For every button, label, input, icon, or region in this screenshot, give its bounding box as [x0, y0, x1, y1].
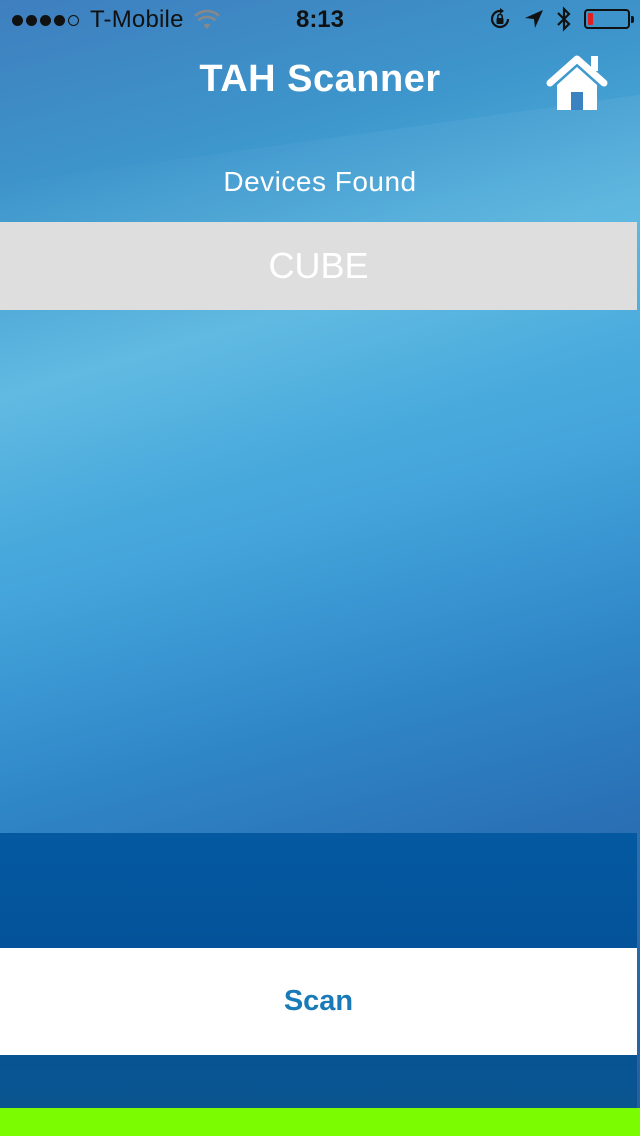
device-list: CUBE — [0, 222, 637, 310]
devices-found-label: Devices Found — [223, 166, 417, 197]
bottom-accent-bar — [0, 1108, 640, 1136]
scan-button-label: Scan — [283, 985, 354, 1017]
status-right — [476, 6, 634, 32]
battery-icon — [584, 9, 634, 29]
device-row-cube[interactable]: CUBE — [0, 222, 637, 310]
device-name: CUBE — [268, 245, 369, 286]
bluetooth-icon — [557, 6, 571, 32]
status-bar: T-Mobile 8:13 — [0, 0, 640, 40]
scan-button[interactable]: Scan — [0, 948, 637, 1055]
app-screen: T-Mobile 8:13 TAH Scanner Devices Found … — [0, 0, 640, 1136]
location-arrow-icon — [525, 10, 543, 28]
rotation-lock-icon — [490, 8, 510, 29]
background-glare — [0, 84, 640, 556]
battery-level-fill — [588, 13, 593, 25]
home-icon[interactable] — [544, 52, 610, 114]
